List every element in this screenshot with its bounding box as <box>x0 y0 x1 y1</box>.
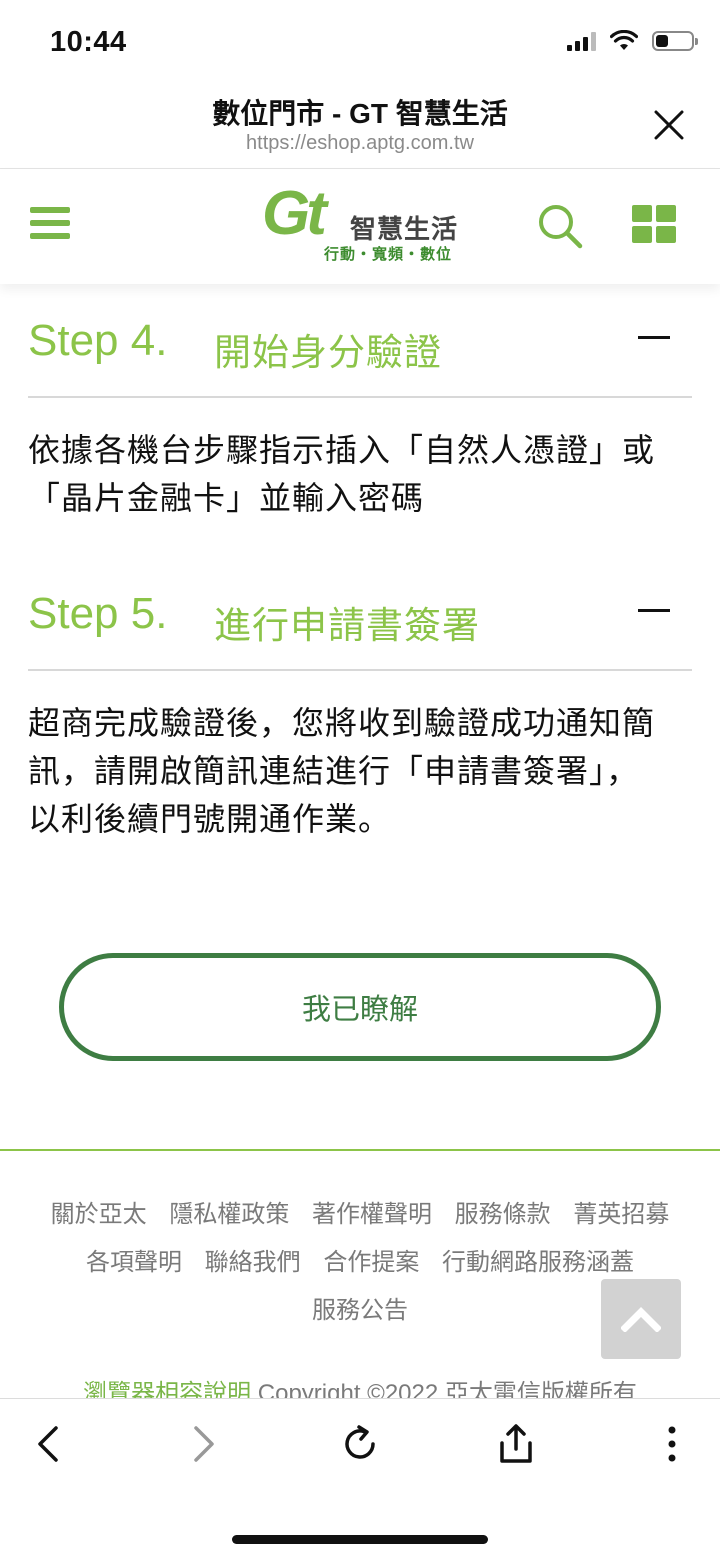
share-icon <box>500 1424 532 1463</box>
page-title: 數位門市 - GT 智慧生活 <box>212 98 508 129</box>
footer-link-careers[interactable]: 菁英招募 <box>573 1201 669 1228</box>
step-4-header[interactable]: Step 4. 開始身分驗證 <box>28 300 692 398</box>
browser-url-bar: 數位門市 - GT 智慧生活 https://eshop.aptg.com.tw <box>0 88 720 169</box>
step-5-description: 超商完成驗證後，您將收到驗證成功通知簡 訊，請開啟簡訊連結進行「申請書簽署」， … <box>28 699 692 843</box>
page-url[interactable]: https://eshop.aptg.com.tw <box>0 132 720 155</box>
step-number: Step 4. <box>28 316 168 365</box>
footer-link-contact[interactable]: 聯絡我們 <box>205 1249 301 1276</box>
collapse-icon[interactable] <box>638 336 670 339</box>
chevron-left-icon <box>38 1426 58 1462</box>
wifi-icon <box>610 30 638 50</box>
footer-link-announcements[interactable]: 服務公告 <box>312 1297 408 1324</box>
footer-links-row-1: 關於亞太 隱私權政策 著作權聲明 服務條款 菁英招募 <box>0 1191 720 1239</box>
chevron-up-icon <box>621 1307 661 1332</box>
back-button[interactable] <box>18 1419 78 1469</box>
battery-icon <box>652 31 698 51</box>
reload-icon <box>345 1425 375 1459</box>
footer-link-statements[interactable]: 各項聲明 <box>86 1249 182 1276</box>
status-icons <box>567 30 698 52</box>
status-time: 10:44 <box>50 26 127 58</box>
step-5-line-2: 訊，請開啟簡訊連結進行「申請書簽署」， <box>28 753 640 789</box>
back-to-top-button[interactable] <box>601 1279 681 1359</box>
logo-tagline: 行動・寬頻・數位 <box>324 246 453 263</box>
step-5-line-3: 以利後續門號開通作業。 <box>28 801 392 837</box>
browser-toolbar <box>0 1398 720 1560</box>
apps-grid-icon[interactable] <box>632 205 676 243</box>
home-indicator <box>232 1535 488 1544</box>
step-5-header[interactable]: Step 5. 進行申請書簽署 <box>28 573 692 671</box>
share-button[interactable] <box>486 1419 546 1469</box>
step-4-line-1: 依據各機台步驟指示插入「自然人憑證」或 <box>28 432 656 468</box>
footer-link-about[interactable]: 關於亞太 <box>51 1201 147 1228</box>
step-5-section: Step 5. 進行申請書簽署 超商完成驗證後，您將收到驗證成功通知簡 訊，請開… <box>28 573 692 843</box>
step-number: Step 5. <box>28 589 168 638</box>
collapse-icon[interactable] <box>638 609 670 612</box>
site-footer: 關於亞太 隱私權政策 著作權聲明 服務條款 菁英招募 各項聲明 聯絡我們 合作提… <box>0 1149 720 1407</box>
logo-brand: Gt <box>262 179 327 248</box>
cellular-signal-icon <box>567 31 596 51</box>
footer-link-coverage[interactable]: 行動網路服務涵蓋 <box>442 1249 634 1276</box>
footer-link-privacy[interactable]: 隱私權政策 <box>169 1201 289 1228</box>
search-icon[interactable] <box>536 202 584 250</box>
more-vertical-icon <box>668 1426 676 1462</box>
step-4-line-2: 「晶片金融卡」並輸入密碼 <box>28 480 425 516</box>
step-title: 進行申請書簽署 <box>214 605 480 646</box>
battery-level <box>656 35 668 47</box>
logo-name: 智慧生活 <box>350 214 459 244</box>
close-icon[interactable] <box>652 108 686 142</box>
step-title: 開始身分驗證 <box>214 332 442 373</box>
forward-button[interactable] <box>174 1419 234 1469</box>
chevron-right-icon <box>194 1426 214 1462</box>
status-bar: 10:44 <box>0 0 720 88</box>
step-5-line-1: 超商完成驗證後，您將收到驗證成功通知簡 <box>28 705 656 741</box>
gt-logo[interactable]: Gt 智慧生活 行動・寬頻・數位 <box>262 183 462 265</box>
step-4-section: Step 4. 開始身分驗證 依據各機台步驟指示插入「自然人憑證」或 「晶片金融… <box>28 300 692 522</box>
step-4-description: 依據各機台步驟指示插入「自然人憑證」或 「晶片金融卡」並輸入密碼 <box>28 426 692 522</box>
footer-link-copyright[interactable]: 著作權聲明 <box>312 1201 432 1228</box>
footer-link-partnership[interactable]: 合作提案 <box>323 1249 419 1276</box>
hamburger-menu-icon[interactable] <box>30 207 70 243</box>
footer-link-terms[interactable]: 服務條款 <box>455 1201 551 1228</box>
reload-button[interactable] <box>330 1419 390 1469</box>
site-header: Gt 智慧生活 行動・寬頻・數位 <box>0 169 720 284</box>
more-options-button[interactable] <box>642 1419 702 1469</box>
understand-button[interactable]: 我已瞭解 <box>59 953 661 1061</box>
